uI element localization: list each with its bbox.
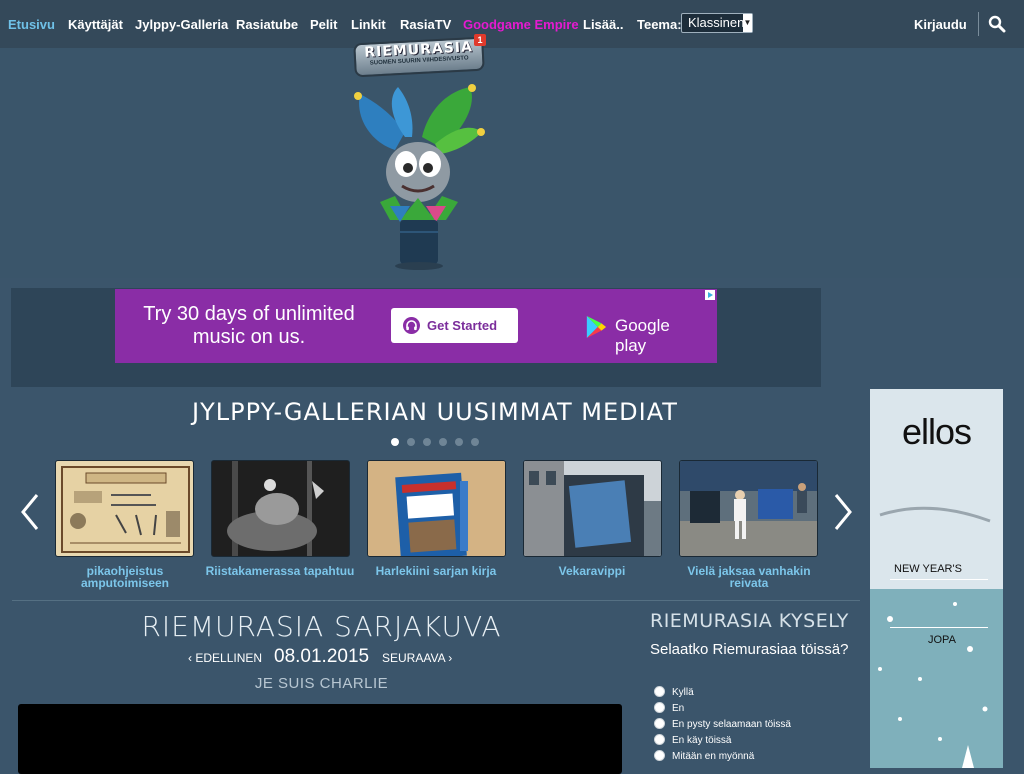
poll-option-label: Mitään en myönnä: [672, 751, 755, 762]
jester-mascot: [354, 84, 485, 270]
theme-select[interactable]: Klassinen ▼: [681, 13, 753, 33]
login-link[interactable]: Kirjaudu: [914, 17, 967, 32]
gallery-thumb-5[interactable]: [679, 460, 818, 557]
radio-button[interactable]: [654, 750, 665, 761]
get-started-label: Get Started: [427, 318, 498, 333]
gallery-caption-3[interactable]: Harlekiini sarjan kirja: [356, 565, 516, 577]
adchoices-icon[interactable]: [705, 290, 715, 300]
carousel-dot-4[interactable]: [439, 438, 447, 446]
get-started-button[interactable]: Get Started: [391, 308, 518, 343]
radio-button[interactable]: [654, 702, 665, 713]
comic-image[interactable]: [18, 704, 622, 774]
nav-item-jylppy-galleria[interactable]: Jylppy-Galleria: [135, 17, 228, 32]
gallery-caption-1[interactable]: pikaohjeistus amputoimiseen: [45, 565, 205, 589]
nav-item-goodgame-empire[interactable]: Goodgame Empire: [463, 17, 579, 32]
payday-loans-sign-image: [524, 461, 661, 556]
chevron-down-icon: ▼: [743, 14, 752, 32]
comic-prev-label: EDELLINEN: [195, 651, 263, 665]
top-navigation: Etusivu Käyttäjät Jylppy-Galleria Rasiat…: [0, 0, 1024, 48]
carousel-prev-arrow-icon[interactable]: [20, 492, 40, 532]
google-play-label: Google play: [615, 316, 670, 355]
google-play-logo[interactable]: Google play: [585, 313, 705, 355]
poll-question: Selaatko Riemurasiaa töissä?: [650, 641, 849, 658]
comic-title: RIEMURASIA SARJAKUVA: [141, 610, 502, 643]
nav-item-rasiatube[interactable]: Rasiatube: [236, 17, 298, 32]
gallery-thumb-2[interactable]: [211, 460, 350, 557]
ad-text: Try 30 days of unlimited music on us.: [143, 303, 355, 348]
amputation-guide-image: [61, 466, 190, 553]
theme-label: Teema:: [637, 17, 682, 32]
poll-title: RIEMURASIA KYSELY: [650, 610, 849, 632]
gallery-caption-4[interactable]: Vekaravippi: [512, 565, 672, 577]
nav-item-lisaa[interactable]: Lisää..: [583, 17, 623, 32]
radio-button[interactable]: [654, 718, 665, 729]
ellos-side-ad[interactable]: ellos NEW YEAR'S JOPA: [870, 389, 1003, 768]
theme-select-value: Klassinen: [688, 15, 745, 30]
side-ad-text-1: NEW YEAR'S: [894, 563, 962, 575]
comic-name: JE SUIS CHARLIE: [254, 675, 389, 692]
nav-item-kayttajat[interactable]: Käyttäjät: [68, 17, 123, 32]
gallery-thumb-3[interactable]: [367, 460, 506, 557]
carousel-dot-6[interactable]: [471, 438, 479, 446]
poll-option-label: En pysty selaamaan töissä: [672, 719, 791, 730]
nav-item-rasiatv[interactable]: RasiaTV: [400, 17, 451, 32]
nav-item-linkit[interactable]: Linkit: [351, 17, 386, 32]
poll-option-label: Kyllä: [672, 687, 694, 698]
carousel-dot-1[interactable]: [391, 438, 399, 446]
radio-button[interactable]: [654, 734, 665, 745]
nav-item-etusivu[interactable]: Etusivu: [8, 17, 55, 32]
comic-date: 08.01.2015: [274, 646, 370, 667]
gallery-caption-5[interactable]: Vielä jaksaa vanhakin reivata: [669, 565, 829, 589]
comic-next-button[interactable]: SEURAAVA ›: [382, 651, 452, 665]
logo-badge-count: 1: [474, 34, 486, 46]
nav-divider: [978, 12, 979, 36]
music-ad-banner[interactable]: Try 30 days of unlimited music on us. Ge…: [115, 289, 717, 363]
carousel-dot-2[interactable]: [407, 438, 415, 446]
comic-next-label: SEURAAVA: [382, 651, 445, 665]
harlequin-book-image: [368, 461, 505, 556]
trail-camera-image: [212, 461, 349, 556]
headphones-icon: [403, 317, 420, 334]
chevron-right-icon: ›: [448, 651, 453, 665]
gallery-thumb-1[interactable]: [55, 460, 194, 557]
search-icon[interactable]: [988, 15, 1006, 33]
side-ad-line: [890, 579, 988, 580]
side-ad-line: [890, 627, 988, 628]
carousel-dot-5[interactable]: [455, 438, 463, 446]
google-play-icon: [586, 316, 607, 338]
gallery-thumb-4[interactable]: [523, 460, 662, 557]
poll-option-label: En käy töissä: [672, 735, 732, 746]
carousel-dot-3[interactable]: [423, 438, 431, 446]
gallery-title: JYLPPY-GALLERIAN UUSIMMAT MEDIAT: [192, 398, 678, 426]
site-logo[interactable]: RIEMURASIA SUOMEN SUURIN VIIHDESIVUSTO: [353, 36, 485, 78]
side-ad-text-2: JOPA: [928, 634, 956, 646]
radio-button[interactable]: [654, 686, 665, 697]
street-dancing-image: [680, 461, 817, 556]
section-divider: [12, 600, 860, 601]
poll-option-label: En: [672, 703, 685, 714]
ellos-logo: ellos: [901, 411, 972, 452]
hero-banner: [0, 48, 1024, 278]
gallery-caption-2[interactable]: Riistakamerassa tapahtuu: [200, 565, 360, 577]
chevron-left-icon: ‹: [188, 651, 192, 665]
carousel-next-arrow-icon[interactable]: [833, 492, 853, 532]
comic-prev-button[interactable]: ‹ EDELLINEN: [188, 651, 262, 665]
nav-item-pelit[interactable]: Pelit: [310, 17, 337, 32]
